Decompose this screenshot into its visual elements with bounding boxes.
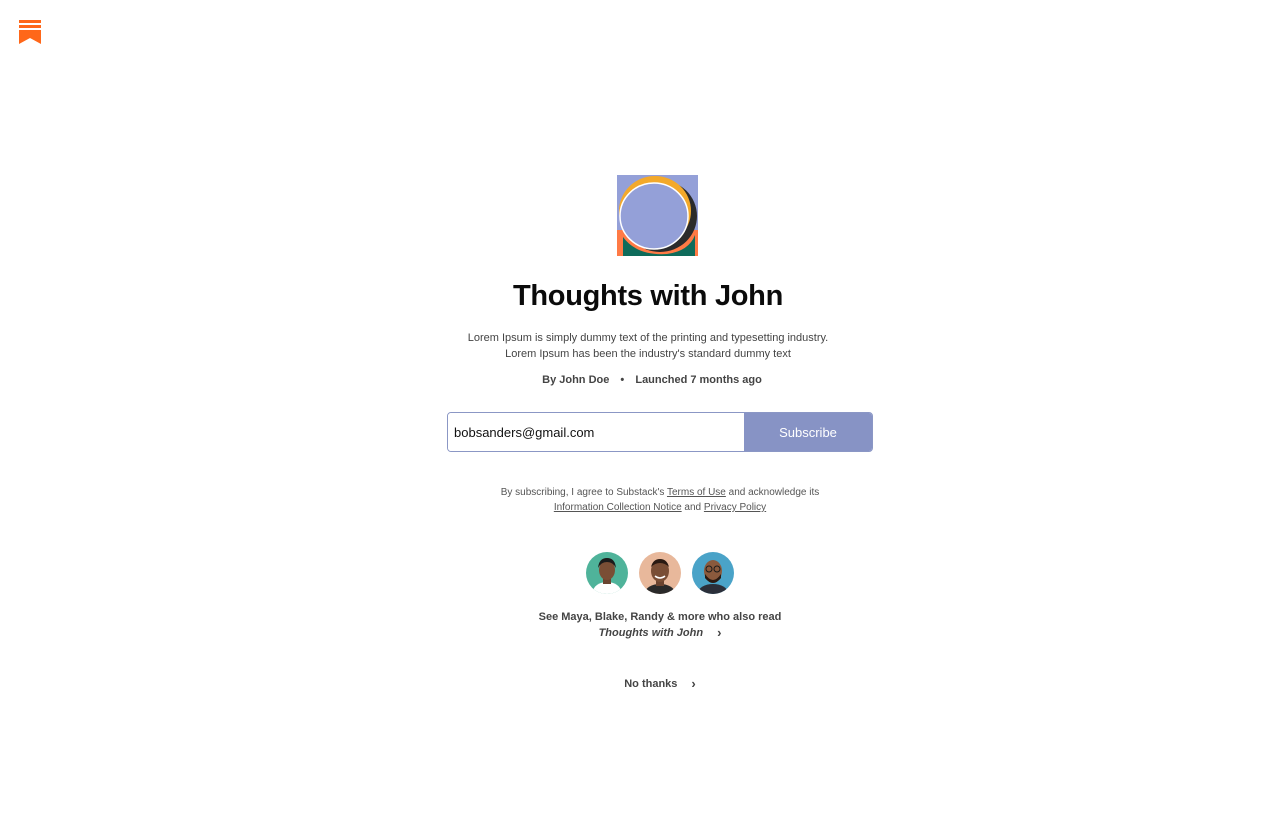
email-field[interactable] [448,413,744,451]
privacy-policy-link[interactable]: Privacy Policy [704,502,766,513]
reader-avatars[interactable] [586,552,734,594]
terms-and: and [681,502,704,513]
separator-dot: • [620,374,625,386]
terms-notice: By subscribing, I agree to Substack's Te… [501,485,820,515]
terms-middle: and acknowledge its [725,487,820,498]
chevron-right-icon: › [691,676,696,691]
readers-publication-line: Thoughts with John › [539,625,782,641]
readers-publication-name: Thoughts with John [598,627,704,639]
readers-link[interactable]: See Maya, Blake, Randy & more who also r… [539,609,782,641]
author-label[interactable]: By John Doe [542,374,609,386]
chevron-right-icon: › [717,625,722,640]
avatar [639,552,681,594]
launched-label: Launched 7 months ago [635,374,762,386]
terms-of-use-link[interactable]: Terms of Use [667,487,726,498]
information-collection-notice-link[interactable]: Information Collection Notice [554,502,682,513]
readers-line: See Maya, Blake, Randy & more who also r… [538,611,782,623]
publication-description: Lorem Ipsum is simply dummy text of the … [467,332,829,360]
avatar [586,552,628,594]
avatar [692,552,734,594]
publication-title: Thoughts with John [512,280,784,312]
substack-logo-icon[interactable] [19,20,41,44]
subscribe-form: Subscribe [447,412,873,452]
no-thanks-button[interactable]: No thanks › [624,676,696,691]
publication-logo [616,175,698,256]
subscribe-button[interactable]: Subscribe [744,413,872,451]
subscribe-panel: Thoughts with John Lorem Ipsum is simply… [0,175,1280,691]
no-thanks-label: No thanks [624,678,678,690]
byline: By John Doe • Launched 7 months ago [542,374,762,386]
terms-prefix: By subscribing, I agree to Substack's [500,487,667,498]
